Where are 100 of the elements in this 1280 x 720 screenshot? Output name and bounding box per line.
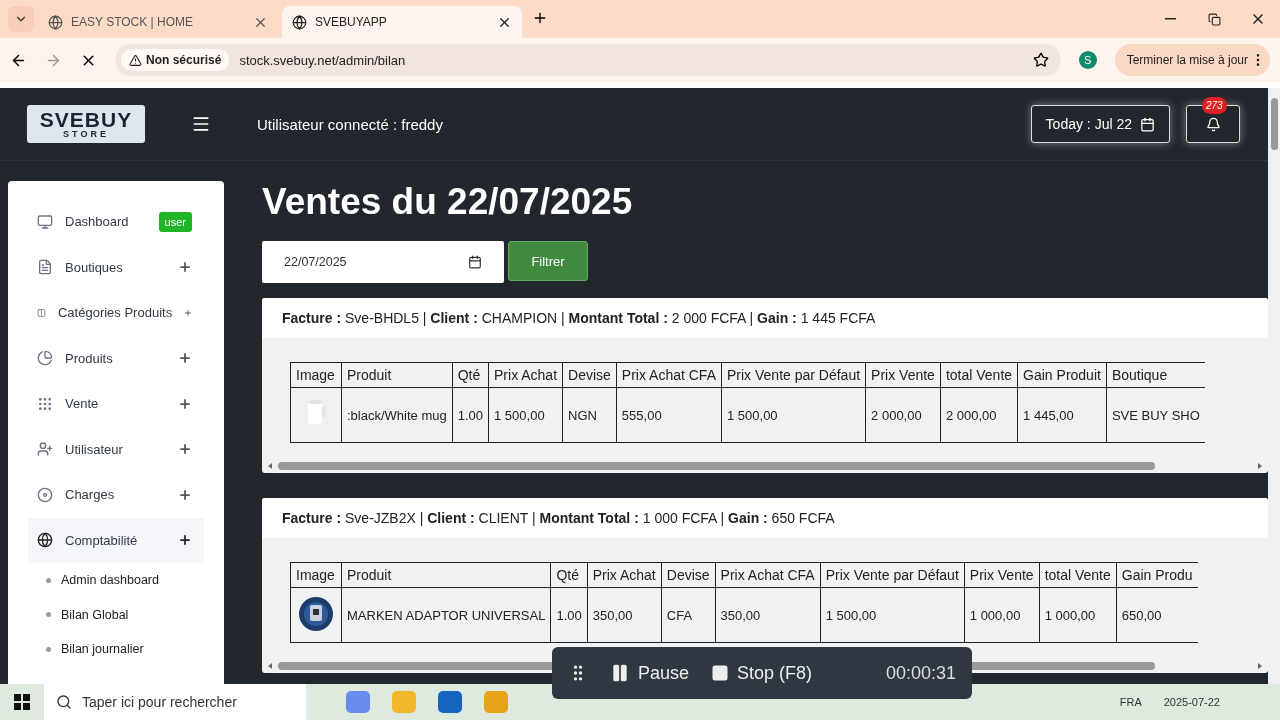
column-header: Prix Achat xyxy=(587,562,662,588)
table-cell: 1.00 xyxy=(452,387,489,443)
column-header: Prix Achat CFA xyxy=(715,562,821,588)
calendar-icon[interactable] xyxy=(468,255,482,269)
stop-button[interactable]: Stop (F8) xyxy=(711,662,813,684)
table-cell: 1.00 xyxy=(550,587,588,643)
column-header: Gain Produ xyxy=(1116,562,1198,588)
sidebar-item[interactable]: Vente xyxy=(28,381,204,427)
menu-item-icon xyxy=(37,259,53,276)
sidebar-item[interactable]: Boutiques xyxy=(28,244,204,290)
globe-icon xyxy=(48,14,63,30)
column-header: Prix Achat CFA xyxy=(616,362,722,388)
minimize-icon xyxy=(1164,18,1176,20)
sidebar-item[interactable]: Charges xyxy=(28,472,204,518)
column-header: Gain Produit xyxy=(1017,362,1107,388)
scroll-left-icon[interactable] xyxy=(266,462,274,470)
submenu-item[interactable]: Bilan Global xyxy=(28,597,204,632)
invoice-summary: Facture : Sve-BHDL5 | Client : CHAMPION | Montant Total : 2 000 FCFA | Gain : 1 445 FCFA xyxy=(262,298,1268,338)
column-header: Produit xyxy=(341,562,551,588)
bell-icon xyxy=(1205,116,1221,132)
table-cell: :black/White mug xyxy=(341,387,453,443)
plus-icon xyxy=(178,487,192,502)
date-field[interactable]: 22/07/2025 xyxy=(262,241,504,283)
column-header: Produit xyxy=(341,362,453,388)
restore-icon xyxy=(1207,12,1221,26)
page-title: Ventes du 22/07/2025 xyxy=(262,181,634,223)
globe-icon xyxy=(292,14,307,30)
bookmark-star-icon[interactable] xyxy=(1032,52,1049,68)
app-icon[interactable] xyxy=(438,691,462,713)
recording-timer: 00:00:31 xyxy=(885,662,956,684)
table-cell: 1 500,00 xyxy=(820,587,965,643)
user-label: Utilisateur connecté : freddy xyxy=(257,115,444,133)
today-button[interactable]: Today : Jul 22 xyxy=(1030,105,1170,143)
language-indicator[interactable]: FRA xyxy=(1119,696,1142,708)
column-header: Image xyxy=(290,562,342,588)
plus-icon xyxy=(178,533,192,548)
scroll-left-icon[interactable] xyxy=(266,662,274,670)
submenu-item[interactable]: Bilan journalier xyxy=(28,632,204,667)
sidebar-item[interactable]: Catégories Produits xyxy=(28,290,204,336)
url-text: stock.svebuy.net/admin/bilan xyxy=(239,52,407,68)
address-bar[interactable]: Non sécurisé stock.svebuy.net/admin/bilan xyxy=(115,44,1061,76)
calendar-icon xyxy=(1140,116,1155,132)
warning-icon xyxy=(129,53,142,67)
security-label: Non sécurisé xyxy=(146,53,222,67)
notification-count: 273 xyxy=(1202,97,1227,114)
column-header: total Vente xyxy=(1039,562,1117,588)
sidebar-item[interactable]: Produits xyxy=(28,335,204,381)
plus-icon xyxy=(178,260,192,275)
menu-icon[interactable] xyxy=(191,114,211,134)
menu-item-icon xyxy=(37,486,53,503)
scroll-right-icon[interactable] xyxy=(1256,662,1264,670)
plus-icon xyxy=(178,396,192,411)
sidebar-item[interactable]: Comptabilité xyxy=(28,517,204,563)
sidebar-item[interactable]: Utilisateur xyxy=(28,426,204,472)
menu-item-icon xyxy=(37,441,53,458)
table-cell: NGN xyxy=(562,387,617,443)
table-cell: 1 500,00 xyxy=(721,387,866,443)
new-tab-icon[interactable] xyxy=(532,10,548,26)
column-header: Devise xyxy=(562,362,617,388)
scroll-right-icon[interactable] xyxy=(1256,462,1264,470)
table-cell: 1 445,00 xyxy=(1017,387,1107,443)
app-icon[interactable] xyxy=(346,691,370,713)
vertical-scrollbar[interactable] xyxy=(1268,88,1280,684)
column-header: Devise xyxy=(661,562,716,588)
menu-item-icon xyxy=(37,213,53,230)
clock-date[interactable]: 2025-07-22 xyxy=(1163,696,1220,708)
column-header: Boutique xyxy=(1106,362,1205,388)
menu-item-icon xyxy=(37,395,53,412)
taskbar-search-field[interactable]: Taper ici pour rechercher xyxy=(44,684,306,720)
logo-subtext: STORE xyxy=(63,130,109,139)
update-button[interactable]: Terminer la mise à jour xyxy=(1114,44,1270,76)
pause-icon xyxy=(610,663,630,683)
column-header: Qté xyxy=(452,362,489,388)
table-cell: CFA xyxy=(661,587,716,643)
column-header: Prix Vente xyxy=(964,562,1040,588)
table-cell: 1 500,00 xyxy=(488,387,563,443)
table-cell: 350,00 xyxy=(587,587,662,643)
column-header: total Vente xyxy=(940,362,1018,388)
pause-button[interactable]: Pause xyxy=(610,662,690,684)
plus-icon xyxy=(178,351,192,366)
table-cell: 2 000,00 xyxy=(940,387,1018,443)
column-header: Prix Vente par Défaut xyxy=(820,562,965,588)
browser-tab[interactable]: EASY STOCK | HOME xyxy=(38,6,278,38)
table-cell: 555,00 xyxy=(616,387,722,443)
profile-avatar[interactable]: S xyxy=(1078,51,1097,69)
submenu-item[interactable]: Admin dashboard xyxy=(28,563,204,598)
sidebar-item[interactable]: Dashboard user xyxy=(28,199,204,245)
column-header: Image xyxy=(290,362,342,388)
table-cell: MARKEN ADAPTOR UNIVERSAL xyxy=(341,587,551,643)
table-cell: 1 000,00 xyxy=(964,587,1040,643)
invoice-summary: Facture : Sve-JZB2X | Client : CLIENT | Montant Total : 1 000 FCFA | Gain : 650 FCFA xyxy=(262,498,1268,538)
table-cell: 350,00 xyxy=(715,587,821,643)
table-cell: 1 000,00 xyxy=(1039,587,1117,643)
role-badge: user xyxy=(158,211,192,232)
menu-item-icon xyxy=(37,350,53,367)
menu-item-icon xyxy=(37,532,53,549)
column-header: Qté xyxy=(550,562,588,588)
search-placeholder: Taper ici pour rechercher xyxy=(82,694,237,710)
browser-tab[interactable]: SVEBUYAPP xyxy=(282,6,522,38)
filter-button[interactable]: Filtrer xyxy=(508,241,588,281)
